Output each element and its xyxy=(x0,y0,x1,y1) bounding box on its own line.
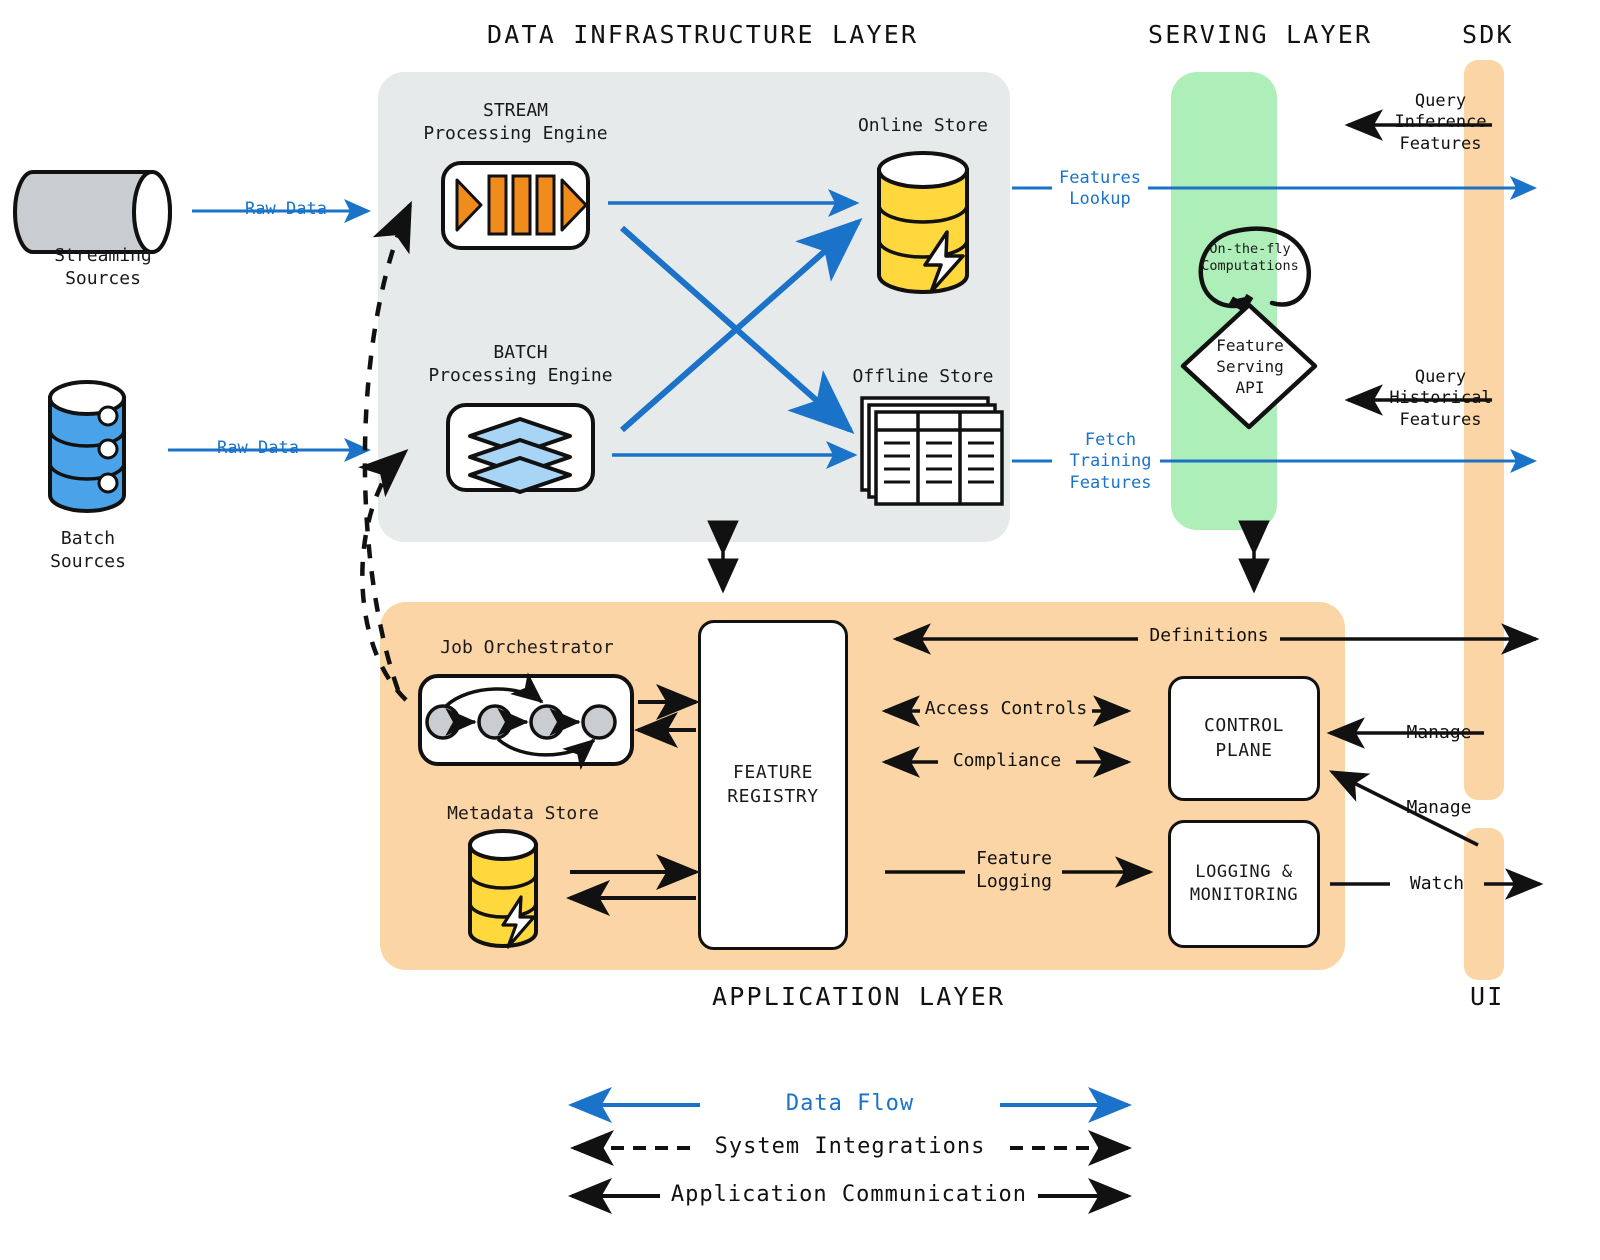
watch-label: Watch xyxy=(1409,873,1465,894)
metadata-store-label: Metadata Store xyxy=(447,803,599,824)
job-orchestrator-label: Job Orchestrator xyxy=(440,637,614,658)
access-controls-label: Access Controls xyxy=(924,698,1088,719)
feature-serving-api-label: Feature Serving API xyxy=(1216,336,1284,397)
offline-store-label: Offline Store xyxy=(852,366,994,387)
manage-control-plane-label: Manage xyxy=(1406,722,1472,743)
legend-application-communication-label: Application Communication xyxy=(670,1182,1028,1207)
manage-ui-label: Manage xyxy=(1406,797,1472,818)
legend-data-flow-label: Data Flow xyxy=(785,1091,915,1116)
query-inference-features-label: Query Inference Features xyxy=(1394,91,1487,154)
streaming-sources-label: Streaming Sources xyxy=(54,245,152,290)
features-lookup-label: Features Lookup xyxy=(1059,168,1141,210)
ui-title: UI xyxy=(1470,982,1505,1011)
serving-layer-title: SERVING LAYER xyxy=(1148,20,1373,49)
stream-processing-engine-label: STREAM Processing Engine xyxy=(423,100,608,145)
online-store-label: Online Store xyxy=(857,115,989,136)
feature-registry-label: FEATURE REGISTRY xyxy=(727,761,819,807)
raw-data-label-batch: Raw Data xyxy=(217,438,299,458)
data-infrastructure-layer-title: DATA INFRASTRUCTURE LAYER xyxy=(487,20,919,49)
definitions-label: Definitions xyxy=(1149,625,1269,646)
feature-logging-label: Feature Logging xyxy=(976,848,1052,892)
batch-sources-icon xyxy=(48,380,126,513)
control-plane-label: CONTROL PLANE xyxy=(1203,715,1285,761)
logging-monitoring-label: LOGGING & MONITORING xyxy=(1189,862,1299,905)
raw-data-label-streaming: Raw Data xyxy=(245,199,327,219)
query-historical-features-label: Query Historical Features xyxy=(1389,367,1492,430)
application-layer-title: APPLICATION LAYER xyxy=(712,982,1006,1011)
batch-processing-engine-label: BATCH Processing Engine xyxy=(428,342,613,387)
batch-sources-label: Batch Sources xyxy=(50,528,126,573)
compliance-label: Compliance xyxy=(952,750,1062,771)
fetch-training-features-label: Fetch Training Features xyxy=(1069,430,1152,493)
on-the-fly-computations-label: On-the-fly Computations xyxy=(1201,241,1299,275)
serving-layer-panel xyxy=(1171,72,1277,530)
streaming-sources-icon xyxy=(13,170,172,254)
sdk-title: SDK xyxy=(1462,20,1514,49)
ui-column-panel xyxy=(1464,828,1504,980)
legend-system-integrations-label: System Integrations xyxy=(714,1134,986,1159)
